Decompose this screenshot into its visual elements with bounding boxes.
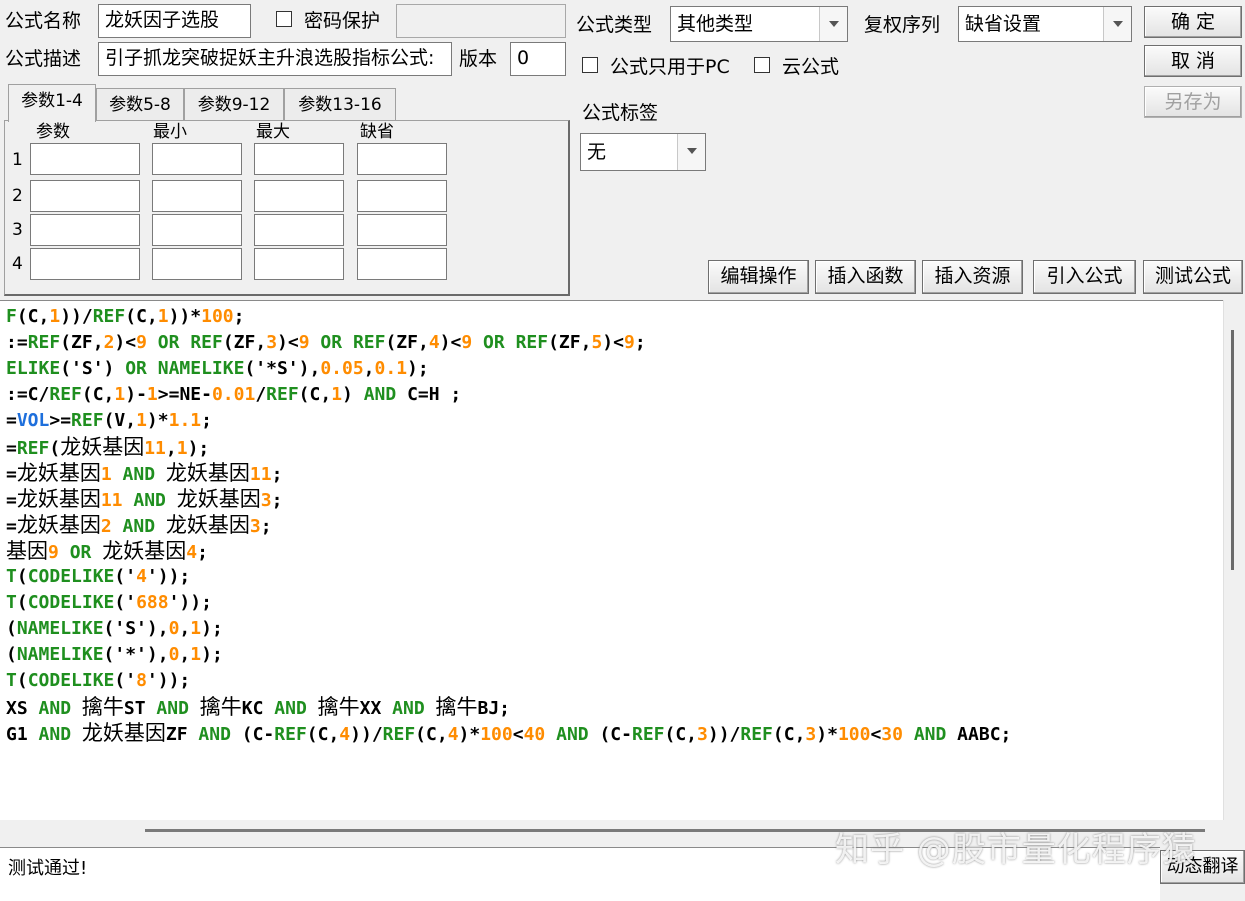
param-1-name-input[interactable]: [30, 143, 140, 175]
cloud-label: 云公式: [782, 56, 840, 78]
param-4-min-input[interactable]: [152, 248, 242, 280]
insert-function-button[interactable]: 插入函数: [815, 260, 916, 294]
param-2-min-input[interactable]: [152, 180, 242, 212]
vertical-scrollbar[interactable]: [1223, 300, 1245, 820]
formula-code: F(C,1))/REF(C,1))*100; :=REF(ZF,2)<9 OR R…: [6, 304, 1011, 746]
formula-desc-input[interactable]: 引子抓龙突破捉妖主升浪选股指标公式:: [98, 42, 452, 76]
param-1-default-input[interactable]: [357, 143, 447, 175]
pc-only-label: 公式只用于PC: [610, 56, 730, 78]
password-input[interactable]: [396, 4, 566, 38]
code-line: =龙妖基因2 AND 龙妖基因3;: [6, 513, 272, 537]
param-header-max: 最大: [256, 122, 290, 142]
formula-desc-label: 公式描述: [5, 48, 82, 70]
formula-type-value: 其他类型: [677, 13, 754, 35]
rights-select[interactable]: 缺省设置: [958, 6, 1132, 42]
code-line: :=REF(ZF,2)<9 OR REF(ZF,3)<9 OR REF(ZF,4…: [6, 332, 646, 353]
code-line: :=C/REF(C,1)-1>=NE-0.01/REF(C,1) AND C=H…: [6, 384, 462, 405]
formula-type-label: 公式类型: [576, 14, 653, 36]
save-as-button[interactable]: 另存为: [1144, 86, 1242, 118]
formula-code-editor[interactable]: F(C,1))/REF(C,1))*100; :=REF(ZF,2)<9 OR R…: [0, 300, 1245, 820]
chevron-down-icon[interactable]: [819, 7, 847, 41]
param-1-max-input[interactable]: [254, 143, 344, 175]
scroll-thumb[interactable]: [1231, 330, 1234, 570]
code-line: =REF(龙妖基因11,1);: [6, 435, 210, 459]
code-line: T(CODELIKE('688'));: [6, 592, 212, 613]
rights-label: 复权序列: [864, 14, 941, 36]
code-line: G1 AND 龙妖基因ZF AND (C-REF(C,4))/REF(C,4)*…: [6, 721, 1012, 745]
code-line: =龙妖基因1 AND 龙妖基因11;: [6, 461, 283, 485]
param-3-min-input[interactable]: [152, 214, 242, 246]
tab-params-13-16[interactable]: 参数13-16: [284, 88, 396, 120]
rights-value: 缺省设置: [965, 13, 1042, 35]
code-line: XS AND 擒牛ST AND 擒牛KC AND 擒牛XX AND 擒牛BJ;: [6, 695, 511, 719]
formula-tag-value: 无: [587, 141, 607, 163]
test-formula-button[interactable]: 测试公式: [1143, 260, 1243, 294]
chevron-down-icon[interactable]: [1103, 7, 1131, 41]
tab-params-9-12[interactable]: 参数9-12: [184, 88, 284, 120]
insert-resource-button[interactable]: 插入资源: [922, 260, 1023, 294]
code-line: T(CODELIKE('8'));: [6, 670, 191, 691]
param-row-number: 4: [12, 254, 23, 274]
tab-params-5-8[interactable]: 参数5-8: [96, 88, 184, 120]
param-header-name: 参数: [36, 122, 70, 142]
chevron-down-icon[interactable]: [677, 134, 705, 170]
password-protect-label: 密码保护: [304, 10, 381, 32]
code-line: =VOL>=REF(V,1)*1.1;: [6, 410, 212, 431]
version-label: 版本: [459, 48, 498, 70]
param-row-number: 3: [12, 220, 23, 240]
param-3-max-input[interactable]: [254, 214, 344, 246]
code-line: =龙妖基因11 AND 龙妖基因3;: [6, 487, 283, 511]
test-result-text: 测试通过!: [8, 858, 88, 879]
code-line: 基因9 OR 龙妖基因4;: [6, 539, 208, 563]
formula-tag-label: 公式标签: [582, 102, 659, 124]
code-line: F(C,1))/REF(C,1))*100;: [6, 306, 245, 327]
ok-button[interactable]: 确 定: [1144, 6, 1242, 38]
pc-only-checkbox[interactable]: [582, 57, 598, 73]
param-4-name-input[interactable]: [30, 248, 140, 280]
code-line: ELIKE('S') OR NAMELIKE('*S'),0.05,0.1);: [6, 358, 429, 379]
param-4-max-input[interactable]: [254, 248, 344, 280]
param-header-min: 最小: [153, 122, 187, 142]
version-input[interactable]: 0: [510, 42, 566, 76]
param-row-number: 1: [12, 150, 23, 170]
param-1-min-input[interactable]: [152, 143, 242, 175]
param-row-number: 2: [12, 186, 23, 206]
code-line: (NAMELIKE('*'),0,1);: [6, 644, 223, 665]
code-line: T(CODELIKE('4'));: [6, 566, 191, 587]
param-header-default: 缺省: [360, 122, 394, 142]
tab-params-1-4[interactable]: 参数1-4: [8, 84, 96, 122]
param-4-default-input[interactable]: [357, 248, 447, 280]
param-2-default-input[interactable]: [357, 180, 447, 212]
watermark: 知乎 @股市量化程序猿: [835, 830, 1197, 870]
formula-type-select[interactable]: 其他类型: [670, 6, 848, 42]
param-2-name-input[interactable]: [30, 180, 140, 212]
param-3-name-input[interactable]: [30, 214, 140, 246]
param-2-max-input[interactable]: [254, 180, 344, 212]
password-protect-checkbox[interactable]: [276, 11, 292, 27]
param-3-default-input[interactable]: [357, 214, 447, 246]
code-line: (NAMELIKE('S'),0,1);: [6, 618, 223, 639]
import-formula-button[interactable]: 引入公式: [1033, 260, 1136, 294]
cancel-button[interactable]: 取 消: [1144, 45, 1242, 77]
formula-name-label: 公式名称: [5, 10, 82, 32]
formula-name-input[interactable]: 龙妖因子选股: [98, 4, 251, 38]
formula-tag-select[interactable]: 无: [580, 133, 706, 171]
cloud-checkbox[interactable]: [754, 57, 770, 73]
edit-operations-button[interactable]: 编辑操作: [708, 260, 809, 294]
